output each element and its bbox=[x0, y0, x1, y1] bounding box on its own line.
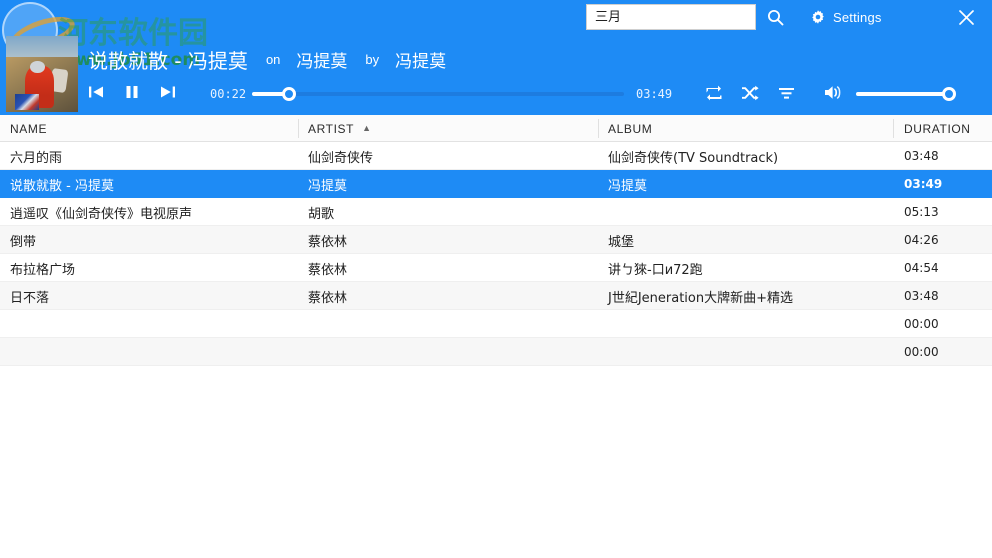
cell-name: 六月的雨 bbox=[10, 150, 63, 166]
cell-album bbox=[598, 198, 893, 226]
cell-name: 日不落 bbox=[10, 290, 50, 306]
cell-duration: 04:54 bbox=[904, 261, 939, 275]
cell-name bbox=[0, 338, 298, 366]
table-row[interactable]: 日不落 蔡依林 J世紀Jeneration大牌新曲+精选 03:48 bbox=[0, 282, 992, 310]
column-header-name[interactable]: NAME bbox=[0, 115, 298, 142]
cell-duration: 04:26 bbox=[904, 233, 939, 247]
seek-knob[interactable] bbox=[282, 87, 296, 101]
cell-album: 讲ㄅ猍-口и72跑 bbox=[608, 262, 703, 278]
on-label: on bbox=[265, 51, 281, 67]
column-header-artist-label: ARTIST bbox=[308, 121, 355, 136]
music-player-window: 河东软件园 www.jb51.com 三月 Settings 说散就散 - 冯提… bbox=[0, 0, 992, 558]
column-header-artist[interactable]: ARTIST ▲ bbox=[298, 115, 598, 142]
column-divider bbox=[598, 119, 599, 138]
shuffle-icon[interactable] bbox=[741, 84, 759, 102]
column-divider bbox=[893, 119, 894, 138]
playback-mode-controls bbox=[705, 84, 795, 102]
column-header-duration[interactable]: DURATION bbox=[893, 115, 992, 142]
column-header-name-label: NAME bbox=[10, 121, 48, 136]
next-icon[interactable] bbox=[158, 82, 178, 102]
track-table: NAME ARTIST ▲ ALBUM DURATION 六月的雨 仙剑奇侠传 仙剑… bbox=[0, 115, 992, 366]
cell-album bbox=[598, 310, 893, 338]
cell-artist bbox=[298, 310, 598, 338]
time-total: 03:49 bbox=[636, 87, 673, 101]
table-row[interactable]: 倒带 蔡依林 城堡 04:26 bbox=[0, 226, 992, 254]
cell-name: 布拉格广场 bbox=[10, 262, 76, 278]
cell-duration: 05:13 bbox=[904, 205, 939, 219]
cell-album: 仙剑奇侠传(TV Soundtrack) bbox=[608, 150, 779, 166]
search-icon[interactable] bbox=[764, 6, 786, 28]
by-label: by bbox=[365, 51, 380, 67]
cell-artist: 蔡依林 bbox=[308, 234, 348, 250]
player-header: 河东软件园 www.jb51.com 三月 Settings 说散就散 - 冯提… bbox=[0, 0, 992, 115]
cell-name bbox=[0, 310, 298, 338]
cell-duration: 03:48 bbox=[904, 289, 939, 303]
table-row[interactable]: 六月的雨 仙剑奇侠传 仙剑奇侠传(TV Soundtrack) 03:48 bbox=[0, 142, 992, 170]
album-art bbox=[6, 36, 78, 112]
album-art-flag bbox=[14, 93, 40, 111]
now-playing-title: 说散就散 - 冯提莫 on 冯提莫 by 冯提莫 bbox=[88, 44, 446, 74]
column-divider bbox=[298, 119, 299, 138]
cell-artist: 胡歌 bbox=[308, 206, 335, 222]
cell-album: 冯提莫 bbox=[608, 178, 648, 194]
seek-slider[interactable] bbox=[252, 87, 624, 101]
transport-controls bbox=[86, 82, 178, 102]
cell-duration: 03:48 bbox=[904, 149, 939, 163]
cell-name: 说散就散 - 冯提莫 bbox=[10, 178, 114, 194]
sort-ascending-icon: ▲ bbox=[362, 123, 372, 133]
search-input[interactable]: 三月 bbox=[586, 4, 756, 30]
cell-duration: 00:00 bbox=[904, 345, 939, 359]
track-name: 说散就散 - 冯提莫 bbox=[88, 48, 248, 73]
table-row[interactable]: 说散就散 - 冯提莫 冯提莫 冯提莫 03:49 bbox=[0, 170, 992, 198]
playlist-icon[interactable] bbox=[777, 84, 795, 102]
volume-icon[interactable] bbox=[824, 84, 844, 102]
cell-artist bbox=[298, 338, 598, 366]
table-header-row: NAME ARTIST ▲ ALBUM DURATION bbox=[0, 115, 992, 142]
column-header-duration-label: DURATION bbox=[904, 121, 971, 136]
cell-artist: 冯提莫 bbox=[308, 178, 348, 194]
volume-slider[interactable] bbox=[856, 87, 956, 101]
table-row[interactable]: 布拉格广场 蔡依林 讲ㄅ猍-口и72跑 04:54 bbox=[0, 254, 992, 282]
time-current: 00:22 bbox=[210, 87, 247, 101]
cell-album bbox=[598, 338, 893, 366]
cell-artist: 仙剑奇侠传 bbox=[308, 150, 374, 166]
search-input-value: 三月 bbox=[595, 9, 622, 25]
cell-album: 城堡 bbox=[608, 234, 635, 250]
close-icon[interactable] bbox=[952, 3, 980, 31]
table-row[interactable]: 00:00 bbox=[0, 338, 992, 366]
previous-icon[interactable] bbox=[86, 82, 106, 102]
cell-album: J世紀Jeneration大牌新曲+精选 bbox=[608, 290, 794, 306]
column-header-album-label: ALBUM bbox=[608, 121, 653, 136]
settings-button[interactable]: Settings bbox=[810, 6, 882, 28]
track-album: 冯提莫 bbox=[296, 51, 348, 72]
cell-name: 倒带 bbox=[10, 234, 37, 250]
volume-knob[interactable] bbox=[942, 87, 956, 101]
table-body: 六月的雨 仙剑奇侠传 仙剑奇侠传(TV Soundtrack) 03:48 说散就散 -… bbox=[0, 142, 992, 366]
cell-duration: 03:49 bbox=[904, 177, 943, 191]
settings-label: Settings bbox=[833, 9, 882, 25]
pause-icon[interactable] bbox=[122, 82, 142, 102]
track-artist: 冯提莫 bbox=[395, 51, 447, 72]
cell-artist: 蔡依林 bbox=[308, 262, 348, 278]
column-header-album[interactable]: ALBUM bbox=[598, 115, 893, 142]
cell-name: 逍遥叹《仙剑奇侠传》电视原声 bbox=[10, 206, 193, 222]
table-row[interactable]: 逍遥叹《仙剑奇侠传》电视原声 胡歌 05:13 bbox=[0, 198, 992, 226]
repeat-icon[interactable] bbox=[705, 84, 723, 102]
cell-duration: 00:00 bbox=[904, 317, 939, 331]
album-art-head bbox=[30, 61, 45, 74]
table-row[interactable]: 00:00 bbox=[0, 310, 992, 338]
cell-artist: 蔡依林 bbox=[308, 290, 348, 306]
gear-icon bbox=[810, 9, 826, 25]
